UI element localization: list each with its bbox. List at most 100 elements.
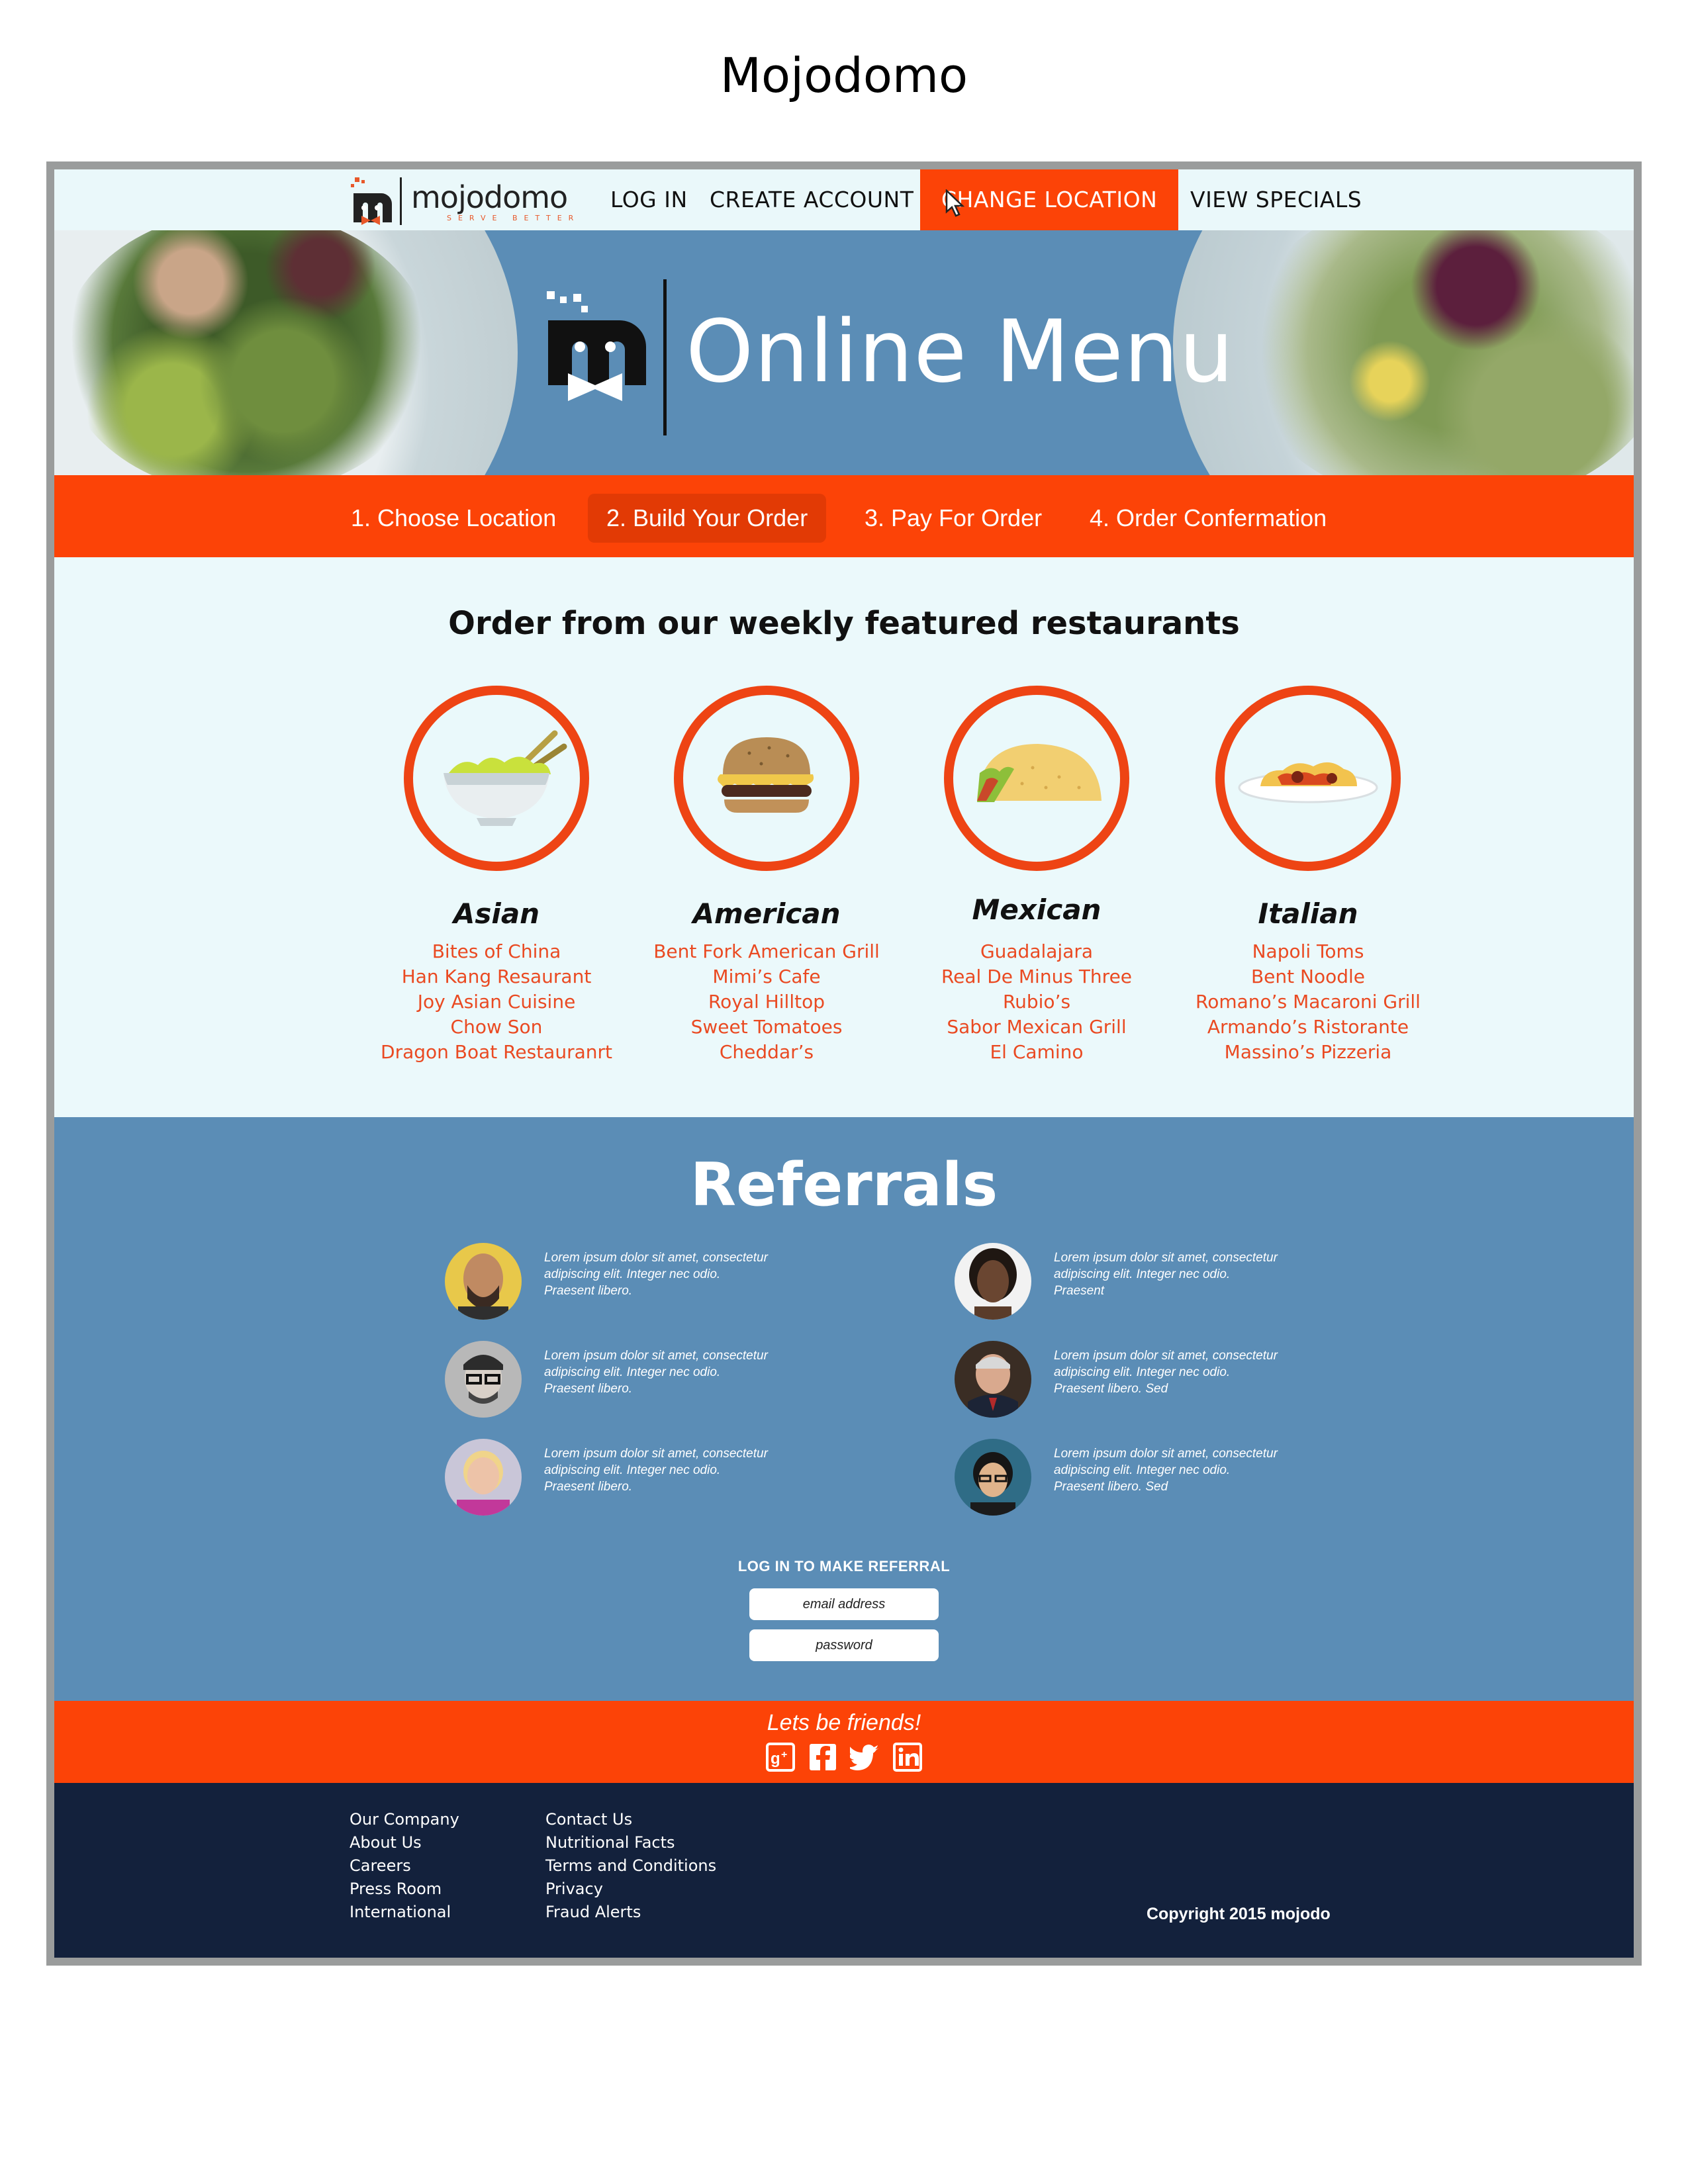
referral-text: Lorem ipsum dolor sit amet, consectetur … [544,1447,768,1494]
order-steps-bar: 1. Choose Location 2. Build Your Order 3… [54,475,1634,557]
google-plus-icon[interactable]: g + [765,1742,796,1772]
restaurant-list: Bent Fork American Grill Mimi’s Cafe Roy… [628,939,906,1065]
cuisine-name: Italian [1258,897,1358,930]
avatar [445,1341,522,1418]
restaurant-link[interactable]: Romano’s Macaroni Grill [1169,989,1447,1015]
footer-link[interactable]: Terms and Conditions [545,1854,716,1878]
footer-link[interactable]: Privacy [545,1878,716,1901]
footer-link[interactable]: Press Room [350,1878,459,1901]
cuisine-name: Asian [453,897,540,930]
featured-restaurants-heading: Order from our weekly featured restauran… [448,605,1240,642]
restaurant-link[interactable]: Armando’s Ristorante [1169,1015,1447,1040]
cuisine-name: American [692,897,841,930]
restaurant-link[interactable]: Mimi’s Cafe [628,964,906,989]
password-field[interactable] [749,1629,939,1661]
page-title: Mojodomo [720,48,968,103]
restaurant-link[interactable]: Guadalajara [898,939,1176,964]
restaurant-link[interactable]: Joy Asian Cuisine [357,989,635,1015]
taco-icon [977,744,1102,802]
mexican-cuisine-button[interactable] [944,686,1129,871]
cuisine-asian: Asian Bites of China Han Kang Resaurant … [357,686,635,1065]
asian-cuisine-button[interactable] [404,686,589,871]
referral-text: Lorem ipsum dolor sit amet, consectetur … [1054,1447,1278,1494]
step-pay-for-order[interactable]: 3. Pay For Order [865,494,1042,543]
linkedin-icon[interactable] [892,1742,923,1772]
avatar [955,1439,1031,1516]
referral-text: Lorem ipsum dolor sit amet, consectetur … [1054,1349,1278,1396]
nav-create-account[interactable]: CREATE ACCOUNT [710,169,914,230]
logo-divider [400,177,402,225]
restaurant-link[interactable]: Sabor Mexican Grill [898,1015,1176,1040]
restaurant-link[interactable]: Cheddar’s [628,1040,906,1065]
referral-item: Lorem ipsum dolor sit amet, consectetur … [445,1439,769,1516]
referral-item: Lorem ipsum dolor sit amet, consectetur … [445,1341,769,1418]
restaurant-link[interactable]: Rubio’s [898,989,1176,1015]
restaurant-link[interactable]: Dragon Boat Restauranrt [357,1040,635,1065]
restaurant-link[interactable]: Han Kang Resaurant [357,964,635,989]
referral-item: Lorem ipsum dolor sit amet, consectetur … [955,1243,1279,1320]
nav-view-specials[interactable]: VIEW SPECIALS [1190,169,1362,230]
twitter-icon[interactable] [847,1742,880,1772]
avatar [955,1341,1031,1418]
nav-log-in[interactable]: LOG IN [610,169,688,230]
referral-item: Lorem ipsum dolor sit amet, consectetur … [955,1439,1279,1516]
referral-item: Lorem ipsum dolor sit amet, consectetur … [955,1341,1279,1418]
avatar [445,1243,522,1320]
salad-food-image-left [61,230,432,475]
svg-text:g: g [771,1750,780,1768]
restaurant-link[interactable]: Royal Hilltop [628,989,906,1015]
facebook-icon[interactable] [808,1742,838,1772]
restaurant-list: Guadalajara Real De Minus Three Rubio’s … [898,939,1176,1065]
footer-link[interactable]: Nutritional Facts [545,1831,716,1854]
cuisine-american: American Bent Fork American Grill Mimi’s… [628,686,906,1065]
copyright-text: Copyright 2015 mojodo [1147,1905,1331,1923]
site-logo[interactable]: mojodomo SERVE BETTER [350,177,580,225]
footer-link[interactable]: Our Company [350,1808,459,1831]
italian-cuisine-button[interactable] [1215,686,1401,871]
site-footer: Our Company About Us Careers Press Room … [54,1783,1634,1958]
step-build-your-order[interactable]: 2. Build Your Order [588,494,827,543]
restaurant-link[interactable]: Napoli Toms [1169,939,1447,964]
cuisine-name: Mexican [972,893,1102,926]
mojodomo-hero-logo-icon [545,291,651,404]
footer-links-company: Our Company About Us Careers Press Room … [350,1808,459,1924]
footer-link[interactable]: International [350,1901,459,1924]
american-cuisine-button[interactable] [674,686,859,871]
footer-link[interactable]: About Us [350,1831,459,1854]
referral-text: Lorem ipsum dolor sit amet, consectetur … [544,1251,768,1298]
footer-links-support: Contact Us Nutritional Facts Terms and C… [545,1808,716,1924]
social-bar: Lets be friends! g + [54,1701,1634,1783]
burger-icon [718,737,814,813]
referral-text: Lorem ipsum dolor sit amet, consectetur … [1054,1251,1278,1298]
hero-banner: Online Menu [54,230,1634,475]
mojodomo-logo-icon [350,177,396,225]
top-navigation: mojodomo SERVE BETTER LOG IN CREATE ACCO… [54,169,1634,230]
avatar [955,1243,1031,1320]
hero-title: Online Menu [686,301,1235,402]
cuisine-mexican: Mexican Guadalajara Real De Minus Three … [898,686,1176,1065]
footer-link[interactable]: Contact Us [545,1808,716,1831]
restaurant-list: Napoli Toms Bent Noodle Romano’s Macaron… [1169,939,1447,1065]
restaurant-link[interactable]: Massino’s Pizzeria [1169,1040,1447,1065]
noodle-bowl-icon [444,730,567,826]
cuisine-italian: Italian Napoli Toms Bent Noodle Romano’s… [1169,686,1447,1065]
restaurant-link[interactable]: Real De Minus Three [898,964,1176,989]
mouse-cursor-icon [945,189,965,218]
restaurant-link[interactable]: Bites of China [357,939,635,964]
footer-link[interactable]: Fraud Alerts [545,1901,716,1924]
step-order-confirmation[interactable]: 4. Order Confermation [1090,494,1327,543]
salad-food-image-right [1239,230,1634,475]
pasta-plate-icon [1238,762,1378,803]
restaurant-link[interactable]: Bent Fork American Grill [628,939,906,964]
step-choose-location[interactable]: 1. Choose Location [351,494,556,543]
email-field[interactable] [749,1588,939,1620]
referrals-section: Referrals Lorem ipsum dolor sit amet, co… [54,1117,1634,1701]
logo-tagline: SERVE BETTER [447,213,581,222]
restaurant-link[interactable]: Chow Son [357,1015,635,1040]
restaurant-link[interactable]: Bent Noodle [1169,964,1447,989]
footer-link[interactable]: Careers [350,1854,459,1878]
social-heading: Lets be friends! [767,1710,921,1735]
referrals-heading: Referrals [690,1150,998,1220]
restaurant-link[interactable]: El Camino [898,1040,1176,1065]
restaurant-link[interactable]: Sweet Tomatoes [628,1015,906,1040]
